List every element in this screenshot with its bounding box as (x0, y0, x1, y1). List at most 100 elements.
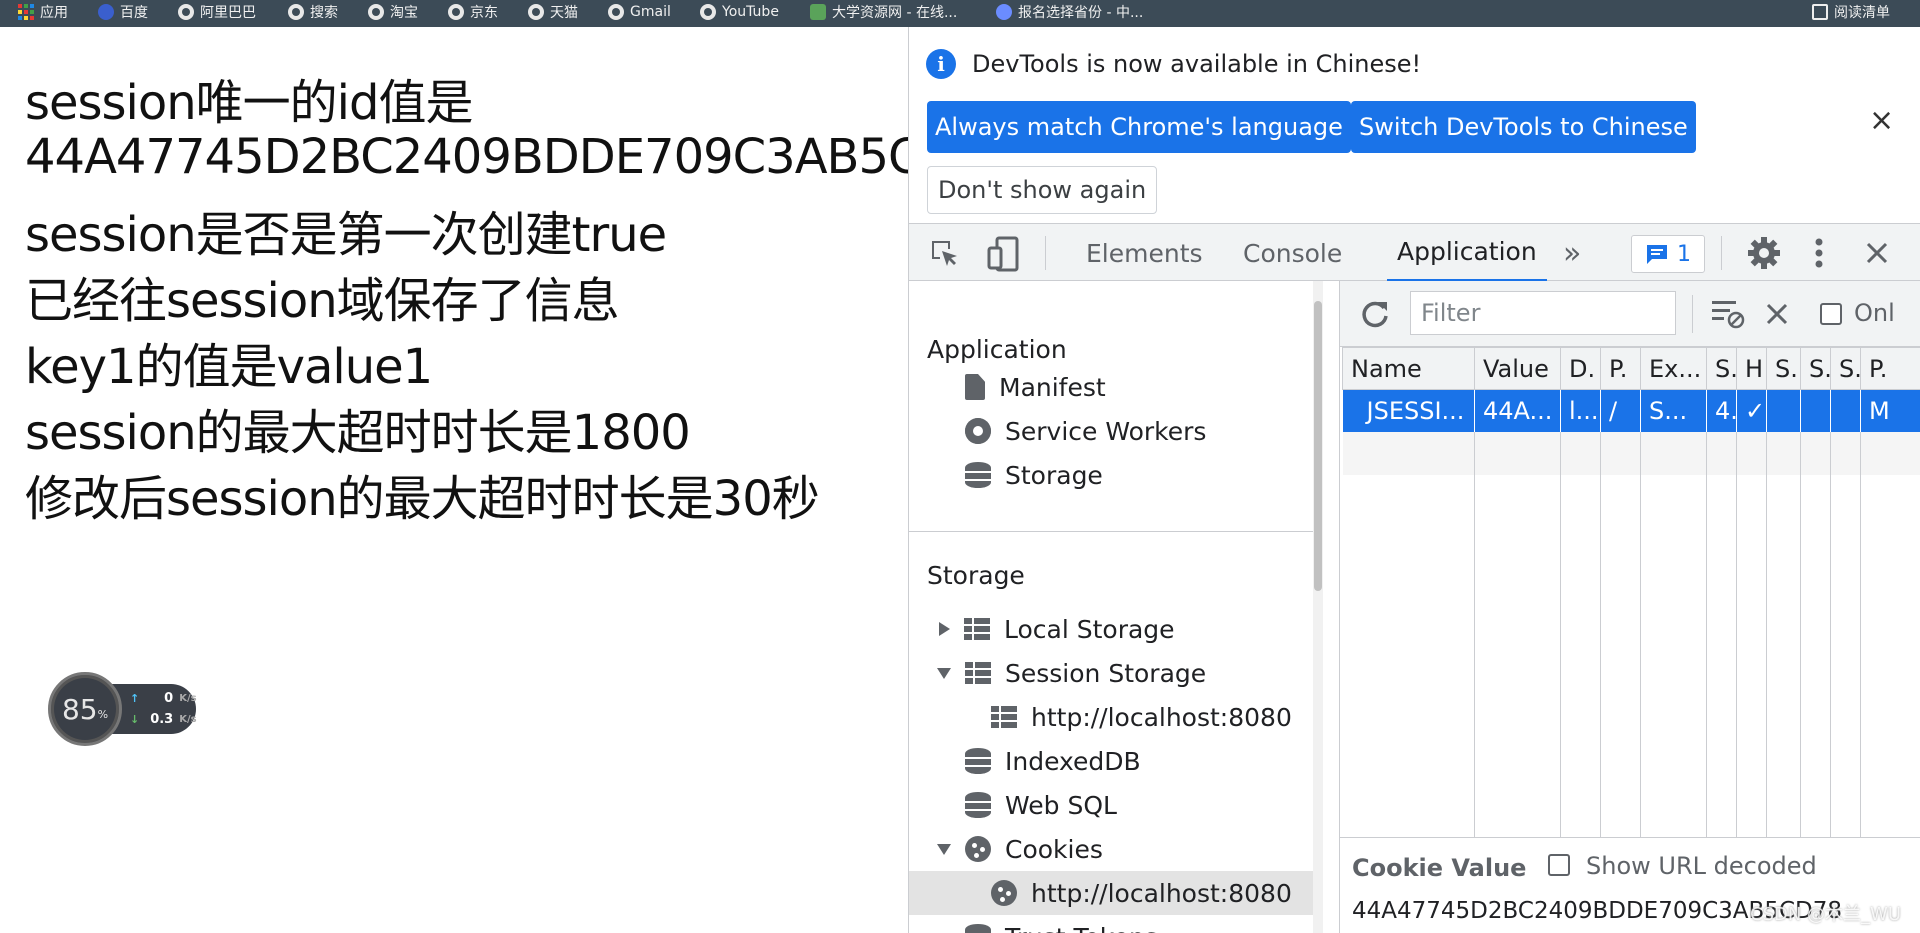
bookmark-apps[interactable]: 应用 (18, 0, 68, 24)
tab-elements[interactable]: Elements (1086, 224, 1203, 282)
apps-icon (18, 4, 34, 20)
sidebar-item-cookies-localhost[interactable]: http://localhost:8080 (991, 871, 1292, 915)
column-header-domain[interactable]: D. (1560, 347, 1601, 390)
sidebar-item-session-localhost[interactable]: http://localhost:8080 (991, 695, 1292, 739)
devtools-tabbar: Elements Console Application » 1 (909, 223, 1920, 282)
column-header-sameparty[interactable]: S. (1830, 347, 1861, 390)
globe-icon (700, 4, 716, 20)
bookmark-province[interactable]: 报名选择省份 - 中... (996, 0, 1143, 24)
column-header-expires[interactable]: Ex... (1640, 347, 1707, 390)
bookmark-search[interactable]: 搜索 (288, 0, 338, 24)
infobar-close-icon[interactable]: × (1869, 103, 1894, 138)
cookies-toolbar: Onl (1340, 281, 1920, 347)
database-icon (965, 924, 991, 933)
globe-icon (368, 4, 384, 20)
cell-name: JSESSI... (1342, 389, 1475, 433)
sidebar-item-web-sql[interactable]: Web SQL (965, 783, 1117, 827)
cell-secure (1766, 389, 1801, 433)
refresh-icon[interactable] (1360, 299, 1390, 329)
language-infobar: i DevTools is now available in Chinese! … (909, 27, 1920, 223)
grid-icon (965, 660, 991, 686)
column-header-size[interactable]: S. (1706, 347, 1737, 390)
watermark: CSDN @木兰_WU (1750, 904, 1902, 925)
filter-input[interactable] (1410, 291, 1676, 335)
more-options-icon[interactable] (1813, 236, 1825, 270)
tab-application[interactable]: Application (1387, 224, 1547, 282)
column-header-path[interactable]: P. (1600, 347, 1641, 390)
bookmark-baidu[interactable]: 百度 (98, 0, 148, 24)
grid-icon (964, 616, 990, 642)
column-header-priority[interactable]: P. (1860, 347, 1920, 390)
upload-arrow-icon: ↑ (130, 692, 140, 705)
speed-unit: K/s (179, 714, 197, 725)
column-header-httponly[interactable]: H (1736, 347, 1767, 390)
page-line: 44A47745D2BC2409BDDE709C3AB5CD78 (25, 129, 908, 185)
sidebar-item-cookies[interactable]: Cookies (937, 827, 1103, 871)
bookmark-jd[interactable]: 京东 (448, 0, 498, 24)
column-header-secure[interactable]: S. (1766, 347, 1801, 390)
more-tabs-icon[interactable]: » (1563, 224, 1581, 282)
column-header-value[interactable]: Value (1474, 347, 1561, 390)
tab-console[interactable]: Console (1243, 224, 1342, 282)
page-line: 修改后session的最大超时时长是30秒 (25, 471, 820, 527)
scrollbar-thumb[interactable] (1314, 301, 1322, 591)
table-header-row: Name Value D. P. Ex... S. H S. S. S. P. (1342, 347, 1920, 390)
expand-arrow-icon[interactable] (939, 622, 950, 636)
network-speed-widget[interactable]: ↑ 0 K/s ↓ 0.3 K/s 85% (48, 672, 198, 746)
globe-icon (608, 4, 624, 20)
bookmark-gmail[interactable]: Gmail (608, 0, 671, 24)
close-devtools-icon[interactable] (1865, 241, 1889, 265)
toolbar-divider (1692, 295, 1693, 333)
sidebar-item-service-workers[interactable]: Service Workers (965, 409, 1206, 453)
download-arrow-icon: ↓ (130, 713, 140, 726)
infobar-message: DevTools is now available in Chinese! (972, 50, 1422, 78)
column-header-name[interactable]: Name (1342, 347, 1475, 390)
match-language-button[interactable]: Always match Chrome's language (927, 101, 1351, 153)
sidebar-item-manifest[interactable]: Manifest (965, 365, 1106, 409)
application-sidebar: Application Manifest Service Workers Sto… (909, 281, 1323, 933)
inspect-element-icon[interactable] (929, 238, 961, 270)
doc-icon (810, 4, 826, 20)
devtools-panel: i DevTools is now available in Chinese! … (908, 27, 1920, 933)
globe-icon (288, 4, 304, 20)
settings-gear-icon[interactable] (1747, 236, 1781, 270)
cell-domain: l... (1560, 389, 1601, 433)
table-row[interactable]: JSESSI... 44A... l... / S... 4. ✓ M (1342, 389, 1920, 433)
device-toolbar-icon[interactable] (987, 236, 1021, 272)
issues-button[interactable]: 1 (1631, 235, 1705, 273)
column-header-samesite[interactable]: S. (1800, 347, 1831, 390)
collapse-arrow-icon[interactable] (937, 667, 951, 679)
switch-chinese-button[interactable]: Switch DevTools to Chinese (1351, 101, 1696, 153)
bookmark-alibaba[interactable]: 阿里巴巴 (178, 0, 256, 24)
bookmark-youtube[interactable]: YouTube (700, 0, 779, 24)
bookmark-university[interactable]: 大学资源网 - 在线... (810, 0, 957, 24)
clear-filtered-cookies-icon[interactable] (1712, 299, 1746, 329)
document-icon (965, 374, 985, 400)
clear-all-icon[interactable] (1766, 303, 1788, 325)
bookmark-tmall[interactable]: 天猫 (528, 0, 578, 24)
database-icon (965, 748, 991, 774)
only-issues-checkbox[interactable] (1820, 303, 1842, 325)
dont-show-again-button[interactable]: Don't show again (927, 166, 1158, 214)
upload-speed: 0 (164, 691, 174, 706)
cookie-icon (965, 836, 991, 862)
sidebar-item-indexeddb[interactable]: IndexedDB (965, 739, 1141, 783)
reading-list-button[interactable]: 阅读清单 (1812, 0, 1890, 24)
bookmark-taobao[interactable]: 淘宝 (368, 0, 418, 24)
toolbar-divider (1721, 236, 1722, 270)
bookmarks-bar: 应用 百度 阿里巴巴 搜索 淘宝 京东 天猫 Gmail YouTube 大学资… (0, 0, 1920, 27)
speed-unit: K/s (179, 693, 197, 704)
show-url-decoded-checkbox[interactable] (1548, 854, 1570, 876)
globe-icon (178, 4, 194, 20)
collapse-arrow-icon[interactable] (937, 843, 951, 855)
sidebar-item-session-storage[interactable]: Session Storage (937, 651, 1206, 695)
sidebar-item-local-storage[interactable]: Local Storage (939, 607, 1175, 651)
site-icon (996, 4, 1012, 20)
sidebar-item-trust-tokens[interactable]: Trust Tokens (965, 915, 1158, 933)
page-line: session的最大超时时长是1800 (25, 405, 691, 461)
sidebar-item-storage[interactable]: Storage (965, 453, 1103, 497)
empty-row (1342, 432, 1920, 475)
sidebar-scrollbar[interactable] (1313, 281, 1323, 933)
info-icon: i (926, 49, 956, 79)
only-checkbox-label: Onl (1854, 299, 1895, 327)
